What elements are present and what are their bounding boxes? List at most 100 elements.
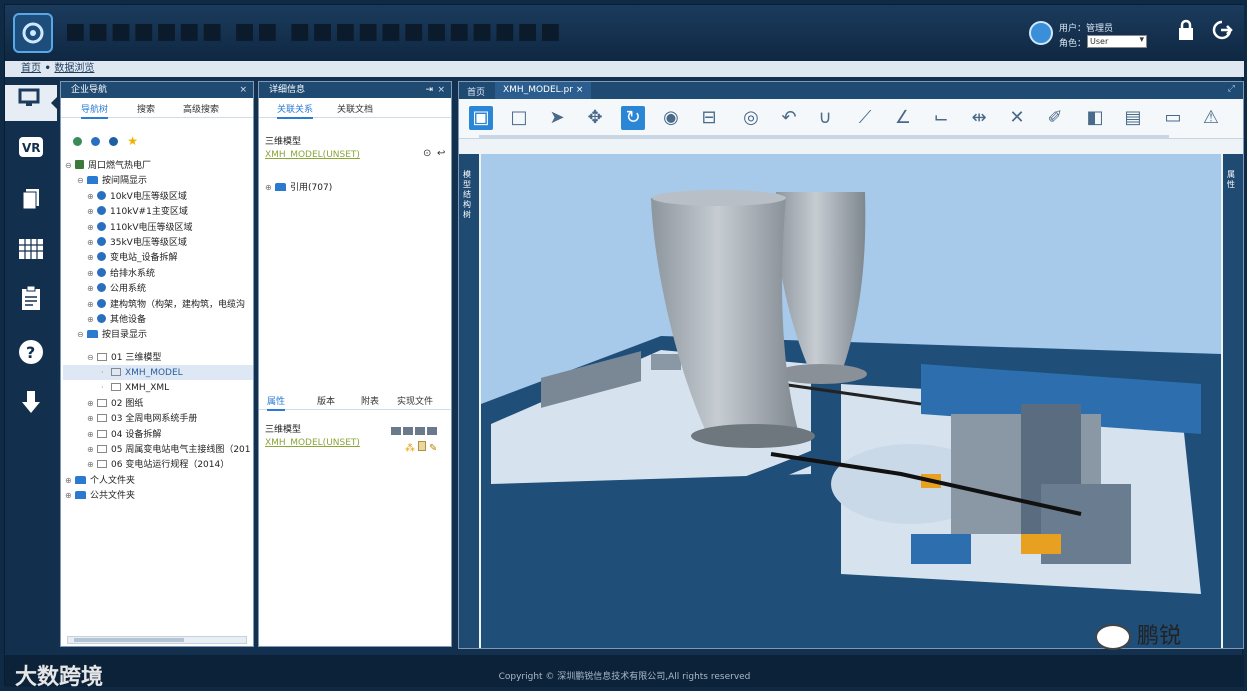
related-node[interactable]: ⊕ 引用(707)	[265, 180, 332, 195]
tree-node[interactable]: ⊖ 按目录显示	[77, 327, 147, 342]
measure-line-icon[interactable]: ⟋	[853, 106, 877, 130]
tree-node[interactable]: ⊕ 35kV电压等级区域	[87, 235, 187, 250]
download-icon[interactable]	[13, 389, 49, 425]
magnet-icon[interactable]: ∪	[813, 106, 837, 130]
clipboard-icon[interactable]	[13, 285, 49, 321]
tab-attachments[interactable]: 附表	[361, 394, 379, 407]
3d-scene-canvas[interactable]	[481, 154, 1221, 648]
help-icon[interactable]: ?	[13, 339, 49, 375]
pan-icon[interactable]: ✥	[583, 106, 607, 130]
doc-toolbar-2: ⁂ ✎	[405, 436, 455, 454]
export-icon[interactable]	[415, 427, 425, 435]
wechat-icon	[1095, 624, 1131, 650]
tree-node[interactable]: ⊕ 个人文件夹	[65, 473, 135, 488]
network-icon[interactable]	[91, 137, 101, 146]
tree-node[interactable]: ⊕ 10kV电压等级区域	[87, 189, 187, 204]
tree-node[interactable]: ⊕ 变电站_设备拆解	[87, 250, 178, 265]
watermark-right: 鹏锐	[1095, 618, 1181, 650]
tab-home[interactable]: 首页	[467, 85, 485, 98]
close-icon[interactable]: ×	[239, 82, 247, 98]
tree-node[interactable]: ⊕ 公共文件夹	[65, 488, 135, 503]
edit-icon[interactable]: ✎	[429, 443, 437, 454]
star-icon[interactable]: ★	[127, 134, 138, 148]
tree-node[interactable]: ⊖ 按间隔显示	[77, 173, 147, 188]
documents-icon[interactable]	[13, 187, 49, 223]
vr-icon[interactable]: VR	[13, 135, 49, 171]
doc-toolbar	[391, 420, 451, 435]
tree-node[interactable]: ⊕ 06 变电站运行规程（2014）	[87, 457, 229, 472]
tree-node[interactable]: · XMH_XML	[101, 380, 169, 395]
detail-tabs-top: 关联关系 关联文档	[259, 98, 451, 119]
nav-panel-title: 企业导航	[71, 85, 108, 95]
section2-link[interactable]: XMH_MODEL(UNSET)	[265, 438, 360, 448]
preview-icon[interactable]	[391, 427, 401, 435]
warning-icon[interactable]: ⚠	[1199, 106, 1223, 130]
toolbar-scrollbar[interactable]	[479, 135, 1169, 138]
tab-model[interactable]: XMH_MODEL.pr ×	[495, 82, 592, 99]
breadcrumb-home[interactable]: 首页	[21, 63, 41, 74]
tree-node[interactable]: ⊕ 给排水系统	[87, 266, 155, 281]
tab-search[interactable]: 搜索	[137, 102, 155, 115]
monitor-icon[interactable]	[5, 85, 57, 121]
table-icon[interactable]	[13, 237, 49, 273]
target-icon[interactable]: ⊙	[423, 148, 431, 159]
tree-node[interactable]: ⊕ 其他设备	[87, 312, 146, 327]
target-icon[interactable]: ◉	[659, 106, 683, 130]
tree-node[interactable]: ⊕ 05 周属变电站电气主接线图（201	[87, 442, 251, 457]
tree-node-selected[interactable]: · XMH_MODEL	[101, 365, 183, 380]
tab-related-docs[interactable]: 关联文档	[337, 102, 373, 115]
tag-icon[interactable]: ⁂	[405, 443, 415, 454]
pin-icon[interactable]: ⇥	[425, 82, 433, 98]
tree-node[interactable]: ⊕ 110kV电压等级区域	[87, 220, 193, 235]
share-icon[interactable]	[427, 427, 437, 435]
measure-angle-icon[interactable]: ∠	[891, 106, 915, 130]
material-icon[interactable]: ▤	[1121, 106, 1145, 130]
box-select-icon[interactable]: □	[507, 106, 531, 130]
tree-node[interactable]: ⊕ 建构筑物（构架，建构筑，电缆沟	[87, 297, 245, 312]
tree-node[interactable]: ⊖ 01 三维模型	[87, 350, 161, 365]
explode-icon[interactable]: ⇹	[967, 106, 991, 130]
print-icon[interactable]	[403, 427, 413, 435]
tree-node[interactable]: ⊕ 02 图纸	[87, 396, 143, 411]
close-icon[interactable]: ×	[437, 82, 445, 98]
top-bar: ■■■■■■■ ■■ ■■■■■■■■■■■■ 用户：管理员 角色： User	[5, 5, 1244, 61]
screen-icon[interactable]: ▭	[1161, 106, 1185, 130]
visibility-icon[interactable]: ◎	[739, 106, 763, 130]
tab-advanced-search[interactable]: 高级搜索	[183, 102, 219, 115]
measure-path-icon[interactable]: ⌙	[929, 106, 953, 130]
logo-icon	[13, 13, 53, 53]
cube-view-icon[interactable]: ▣	[469, 106, 493, 130]
tree-node[interactable]: ⊕ 03 全周电网系统手册	[87, 411, 197, 426]
logout-icon[interactable]	[1209, 19, 1235, 45]
pointer-icon[interactable]: ➤	[545, 106, 569, 130]
horizontal-scrollbar[interactable]	[67, 636, 247, 644]
layer-icon[interactable]: ◧	[1083, 106, 1107, 130]
detail-panel: 详细信息 ⇥ × 关联关系 关联文档 三维模型 XMH_MODEL(UNSET)…	[258, 81, 452, 647]
section1-link[interactable]: XMH_MODEL(UNSET)	[265, 150, 360, 160]
return-icon[interactable]: ↩	[437, 148, 445, 159]
tab-nav-tree[interactable]: 导航树	[81, 102, 109, 119]
tree-node[interactable]: ⊕ 公用系统	[87, 281, 146, 296]
section-icon[interactable]: ⊟	[697, 106, 721, 130]
eraser-icon[interactable]: ✐	[1043, 106, 1067, 130]
tree-node[interactable]: ⊕ 04 设备拆解	[87, 427, 161, 442]
role-select[interactable]: User	[1087, 35, 1147, 48]
tree-node[interactable]: ⊖ 周口燃气热电厂	[65, 158, 151, 173]
tab-relations[interactable]: 关联关系	[277, 102, 314, 119]
tab-files[interactable]: 实现文件	[397, 394, 433, 407]
tab-properties[interactable]: 属性	[267, 394, 286, 411]
tab-versions[interactable]: 版本	[317, 394, 335, 407]
rotate-icon[interactable]: ↻	[621, 106, 645, 130]
structure-tree-handle[interactable]: 模型结构树	[459, 154, 479, 648]
globe-icon[interactable]	[73, 137, 82, 146]
properties-handle[interactable]: 属性	[1223, 154, 1243, 648]
file-icon[interactable]	[418, 441, 426, 451]
tools-icon[interactable]: ✕	[1005, 106, 1029, 130]
undo-icon[interactable]: ↶	[777, 106, 801, 130]
tree-node[interactable]: ⊕ 110kV#1主变区域	[87, 204, 188, 219]
cloud-icon[interactable]	[109, 137, 119, 146]
expand-icon[interactable]: ⤢	[1228, 84, 1235, 94]
lock-icon[interactable]	[1173, 19, 1199, 45]
user-avatar-icon[interactable]	[1029, 21, 1053, 45]
breadcrumb-current[interactable]: 数据浏览	[54, 63, 94, 74]
